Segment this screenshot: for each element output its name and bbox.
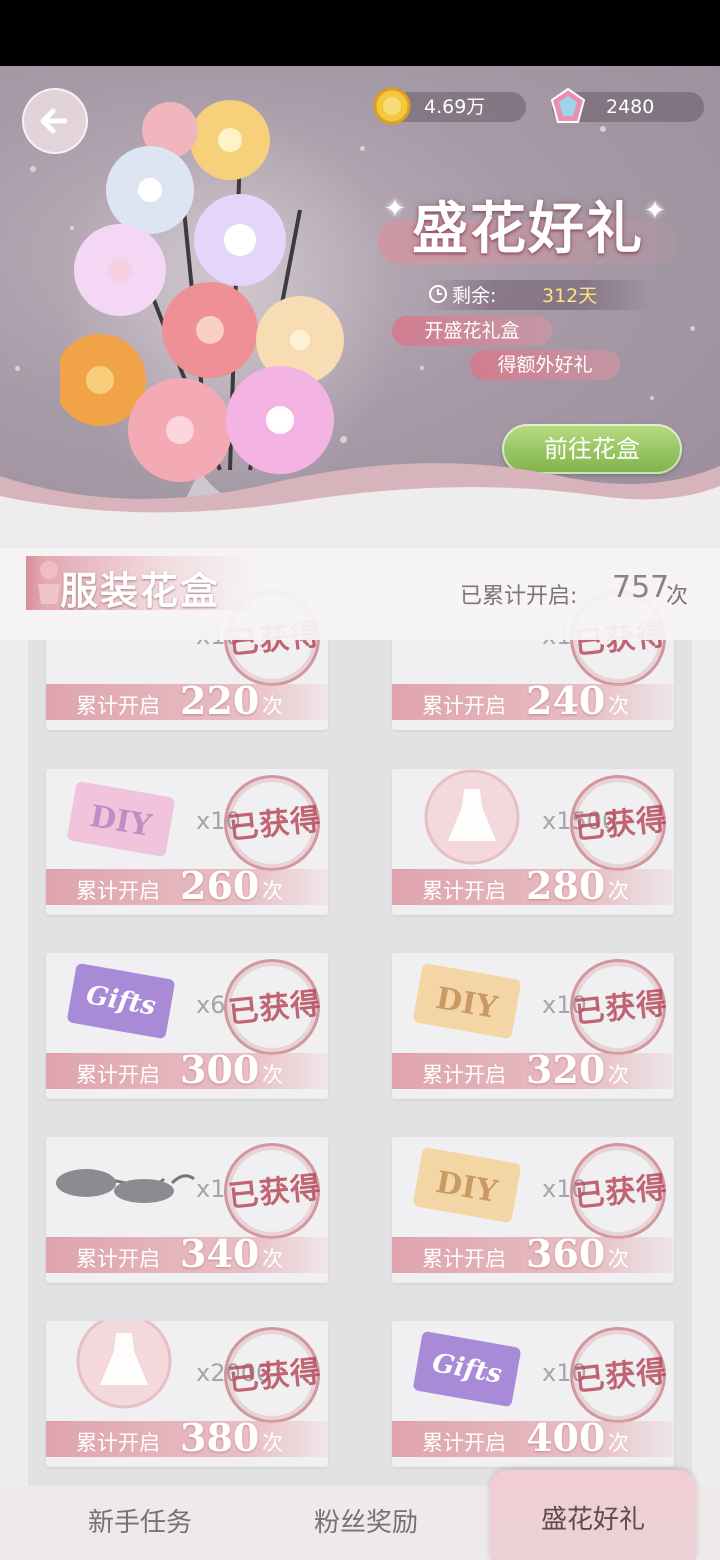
diy-card-icon: DIY [66, 779, 176, 863]
event-banner: 4.69万 2480 ✦ ✦ 盛花好礼 剩余: 312天 开盛花礼盒 得额外好礼… [0, 66, 720, 536]
reward-quantity: x1 [196, 1175, 226, 1203]
coin-balance[interactable]: 4.69万 [373, 87, 526, 125]
cumulative-open-label: 累计开启 [422, 1431, 506, 1455]
cumulative-open-count: 400 [526, 1415, 606, 1460]
cumulative-open-count: 320 [526, 1047, 606, 1092]
cumulative-open-unit: 次 [608, 694, 629, 718]
cumulative-open-count: 340 [180, 1231, 260, 1276]
cumulative-open-unit: 次 [608, 1063, 629, 1087]
extra-gift-tip: 得额外好礼 [470, 350, 620, 380]
arrow-left-icon [40, 108, 68, 134]
back-button[interactable] [22, 88, 88, 154]
cumulative-open-count: 280 [526, 863, 606, 908]
cumulative-open-label: 累计开启 [76, 1247, 160, 1271]
reward-card[interactable]: x2000 已获得 累计开启 380 次 [46, 1321, 328, 1467]
section-title: 服装花盒 [60, 568, 221, 613]
reward-card[interactable]: DIY x10 已获得 累计开启 320 次 [392, 953, 674, 1099]
gifts-card-icon: Gifts [66, 961, 176, 1045]
dress-orb-icon [422, 769, 522, 871]
cumulative-open-count: 300 [180, 1047, 260, 1092]
reward-card[interactable]: DIY x10 已获得 累计开启 260 次 [46, 769, 328, 915]
cumulative-open-label: 累计开启 [422, 694, 506, 718]
reward-quantity: x6 [196, 991, 226, 1019]
cumulative-open-count: 260 [180, 863, 260, 908]
clock-icon [429, 285, 447, 303]
cumulative-open-count: 220 [180, 678, 260, 723]
cumulative-open-label: 累计开启 [76, 879, 160, 903]
bottom-nav: 新手任务 粉丝奖励 盛花好礼 [0, 1470, 720, 1560]
section-header: 服装花盒 已累计开启: 757 次 [0, 548, 720, 640]
cumulative-open-count: 360 [526, 1231, 606, 1276]
total-opened-label: 已累计开启: [460, 584, 578, 609]
gem-value: 2480 [606, 96, 655, 118]
diy-card-gold-icon: DIY [412, 1145, 522, 1229]
cumulative-open-unit: 次 [262, 1431, 283, 1455]
gifts-card-icon: Gifts [412, 1329, 522, 1413]
cumulative-open-label: 累计开启 [76, 1063, 160, 1087]
cumulative-open-count: 240 [526, 678, 606, 723]
tab-fan-rewards[interactable]: 粉丝奖励 [266, 1486, 466, 1560]
cumulative-open-unit: 次 [608, 1431, 629, 1455]
tab-newbie-tasks[interactable]: 新手任务 [40, 1486, 240, 1560]
gem-icon [550, 87, 586, 123]
tab-flower-gifts[interactable]: 盛花好礼 [490, 1470, 696, 1560]
event-title-text: 盛花好礼 [412, 196, 644, 262]
coin-icon [373, 87, 411, 125]
reward-card[interactable]: DIY x10 已获得 累计开启 360 次 [392, 1137, 674, 1283]
cumulative-open-label: 累计开启 [422, 879, 506, 903]
reward-card[interactable]: x1 已获得 累计开启 340 次 [46, 1137, 328, 1283]
cumulative-open-unit: 次 [608, 1247, 629, 1271]
reward-card[interactable]: Gifts x6 已获得 累计开启 300 次 [46, 953, 328, 1099]
total-opened-value: 757 [612, 570, 670, 605]
remaining-time: 剩余: 312天 [424, 280, 654, 310]
cumulative-open-label: 累计开启 [76, 1431, 160, 1455]
event-title: ✦ ✦ 盛花好礼 [378, 184, 678, 264]
open-giftbox-tip: 开盛花礼盒 [392, 316, 552, 346]
reward-section: 服装花盒 已累计开启: 757 次 x10已获得累计开启220次x1已获得累计开… [0, 536, 720, 1486]
banner-wave-divider [0, 463, 720, 536]
reward-card[interactable]: x1500 已获得 累计开启 280 次 [392, 769, 674, 915]
cumulative-open-label: 累计开启 [422, 1063, 506, 1087]
cumulative-open-unit: 次 [608, 879, 629, 903]
dress-orb-icon [74, 1321, 174, 1415]
coin-value: 4.69万 [424, 96, 486, 118]
cumulative-open-label: 累计开启 [422, 1247, 506, 1271]
diy-card-gold-icon: DIY [412, 961, 522, 1045]
cumulative-open-unit: 次 [262, 1247, 283, 1271]
cumulative-open-label: 累计开启 [76, 694, 160, 718]
cumulative-open-unit: 次 [262, 879, 283, 903]
sunglasses-icon [46, 1157, 196, 1221]
cumulative-open-unit: 次 [262, 1063, 283, 1087]
remaining-value: 312天 [542, 285, 598, 307]
gem-balance[interactable]: 2480 [550, 87, 704, 123]
status-bar [0, 0, 720, 66]
remaining-label: 剩余: [452, 285, 497, 307]
cumulative-open-count: 380 [180, 1415, 260, 1460]
total-opened-unit: 次 [666, 584, 689, 609]
reward-card[interactable]: Gifts x10 已获得 累计开启 400 次 [392, 1321, 674, 1467]
cumulative-open-unit: 次 [262, 694, 283, 718]
